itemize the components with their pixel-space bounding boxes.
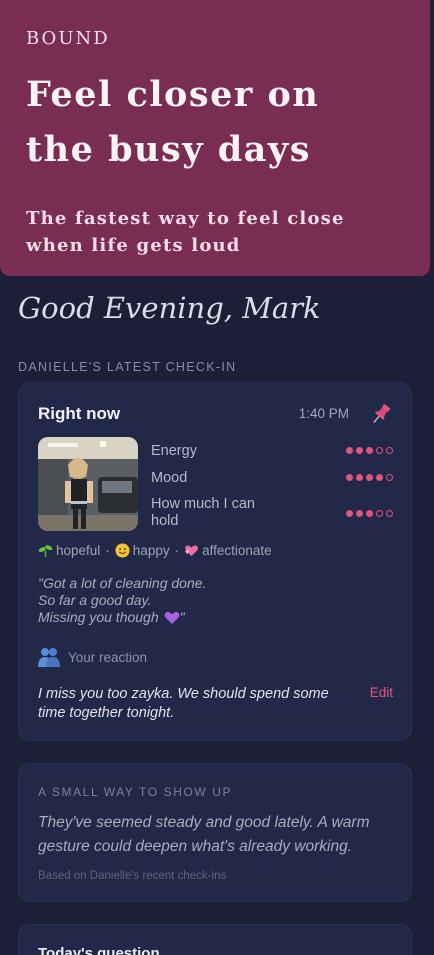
gesture-card[interactable]: A SMALL WAY TO SHOW UP They've seemed st…: [18, 763, 412, 902]
reaction-label: Your reaction: [68, 649, 148, 665]
smile-icon: [115, 543, 130, 558]
purple-heart-icon: [164, 611, 180, 624]
gesture-source-note: Based on Danielle's recent check-ins: [38, 870, 227, 882]
reaction-row: Your reaction: [38, 647, 147, 667]
pin-icon[interactable]: [369, 402, 393, 426]
rating-dot-filled: [346, 474, 353, 481]
question-title: Today's question: [38, 945, 160, 955]
rating-dot-filled: [366, 447, 373, 454]
checkin-header: Right now 1:40 PM: [38, 404, 393, 426]
home-screen: BOUND Feel closer on the busy days The f…: [0, 0, 434, 955]
heart-ribbon-icon: [185, 545, 199, 557]
rating-dot-empty: [386, 474, 393, 481]
metric-energy-dots: [346, 447, 393, 454]
tag-affectionate: affectionate: [202, 543, 272, 558]
checkin-card[interactable]: Right now 1:40 PM Energy Mood How much I…: [18, 382, 412, 741]
banner-headline: Feel closer on the busy days: [26, 74, 320, 170]
greeting-title: Good Evening, Mark: [18, 291, 321, 325]
checkin-title: Right now: [38, 404, 121, 423]
reaction-text: I miss you too zayka. We should spend so…: [38, 686, 329, 721]
rating-dot-empty: [376, 510, 383, 517]
rating-dot-filled: [346, 447, 353, 454]
checkin-note-line-3: Missing you though: [38, 609, 159, 625]
seedling-icon: [38, 545, 53, 558]
metric-capacity-dots: [346, 510, 393, 517]
edit-reaction-button[interactable]: Edit: [370, 685, 393, 700]
promo-banner[interactable]: BOUND Feel closer on the busy days The f…: [0, 0, 430, 276]
rating-dot-empty: [386, 510, 393, 517]
metric-capacity-label: How much I can hold: [151, 496, 255, 529]
partner-photo: [38, 437, 138, 531]
rating-dot-empty: [386, 447, 393, 454]
gesture-label: A SMALL WAY TO SHOW UP: [38, 785, 233, 799]
checkin-section-label: DANIELLE'S LATEST CHECK-IN: [18, 360, 237, 374]
checkin-note-line-3-row: Missing you though ": [38, 609, 185, 625]
question-card[interactable]: Today's question: [18, 924, 412, 955]
rating-dot-empty: [376, 447, 383, 454]
metric-mood-dots: [346, 474, 393, 481]
metric-mood-label: Mood: [151, 470, 188, 486]
brand-logo: BOUND: [26, 28, 110, 49]
checkin-note-line-2: So far a good day.: [38, 592, 152, 608]
rating-dot-filled: [356, 474, 363, 481]
checkin-note: "Got a lot of cleaning done. So far a go…: [38, 575, 338, 626]
metric-energy-label: Energy: [151, 443, 197, 459]
rating-dot-filled: [356, 447, 363, 454]
tag-hopeful: hopeful: [56, 543, 101, 558]
rating-dot-filled: [366, 474, 373, 481]
rating-dot-filled: [346, 510, 353, 517]
couple-icon: [38, 648, 60, 667]
rating-dot-filled: [376, 474, 383, 481]
mood-tags: hopeful · happy · affectionate: [38, 543, 272, 558]
rating-dot-filled: [356, 510, 363, 517]
tag-happy: happy: [132, 543, 170, 558]
banner-subline: The fastest way to feel close when life …: [26, 208, 345, 256]
rating-dot-filled: [366, 510, 373, 517]
checkin-note-line-1: "Got a lot of cleaning done.: [38, 575, 207, 591]
checkin-time: 1:40 PM: [298, 406, 349, 421]
gesture-text: They've seemed steady and good lately. A…: [38, 814, 370, 855]
